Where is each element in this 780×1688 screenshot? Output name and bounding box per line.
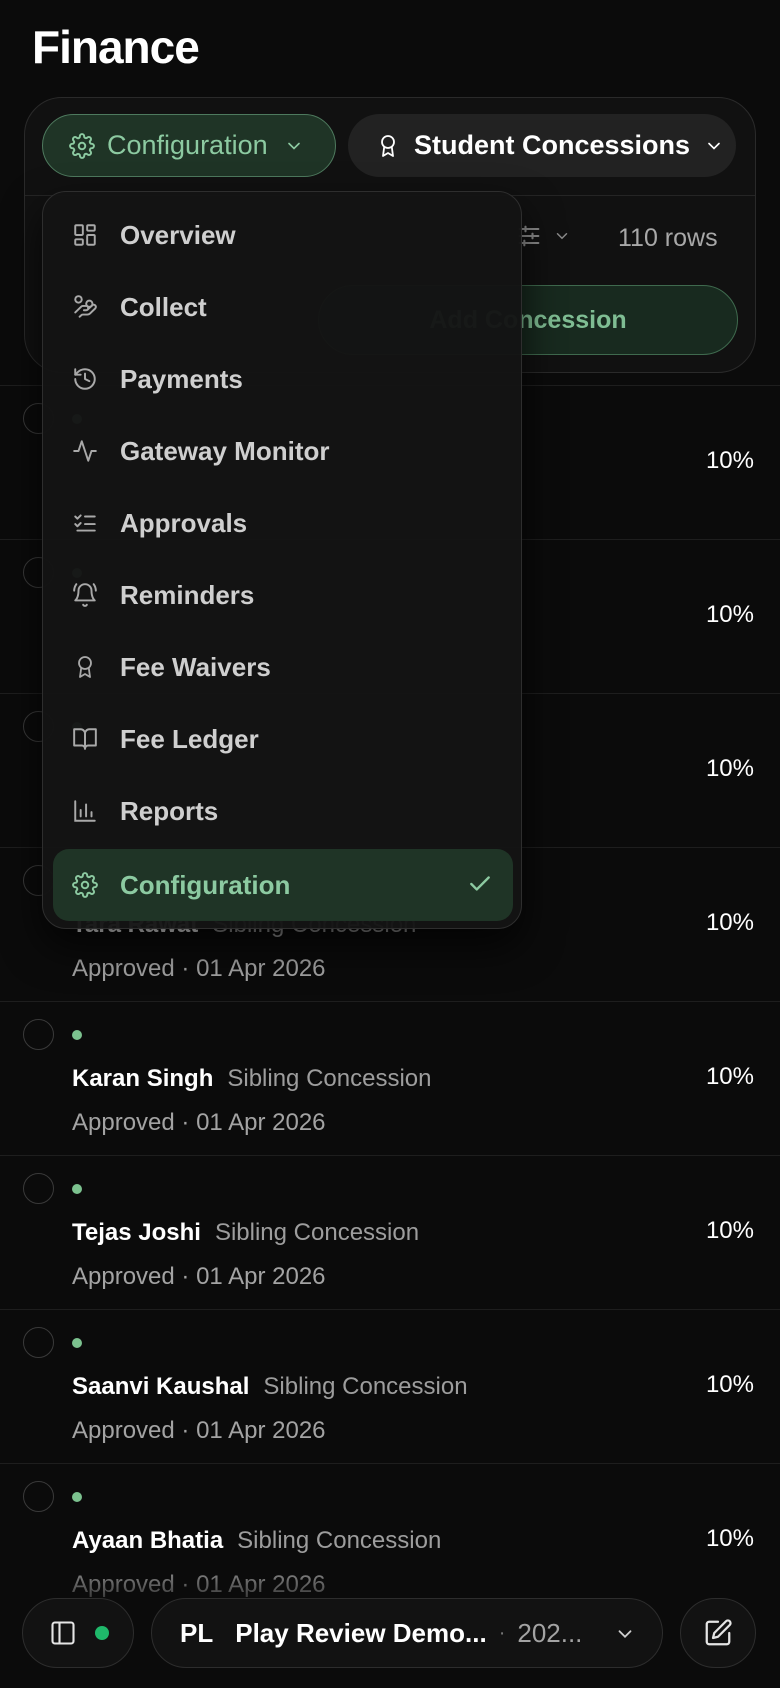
- award-icon: [376, 133, 400, 159]
- row-checkbox[interactable]: [23, 1173, 54, 1204]
- menu-item-label: Fee Waivers: [120, 651, 271, 682]
- list-checks-icon: [71, 509, 99, 537]
- page-select-label: Student Concessions: [414, 130, 691, 160]
- menu-item-label: Approvals: [120, 507, 248, 538]
- sidebar-icon: [49, 1619, 77, 1647]
- concession-percent: 10%: [705, 1525, 754, 1552]
- status-dot: [72, 1492, 82, 1502]
- page-select[interactable]: Student Concessions: [348, 114, 736, 177]
- gear-icon: [71, 871, 99, 899]
- student-name: Tejas Joshi: [72, 1219, 201, 1246]
- book-open-icon: [71, 725, 99, 753]
- org-initials: PL: [180, 1617, 214, 1648]
- menu-item-approvals[interactable]: Approvals: [43, 489, 521, 557]
- list-item[interactable]: Karan Singh Sibling Concession Approved · …: [0, 1001, 780, 1155]
- section-menu: Overview Collect Payments Gateway Monitor Ap…: [42, 191, 522, 929]
- approval-status: Approved · 01 Apr 2026: [72, 1417, 326, 1444]
- edit-icon: [703, 1618, 733, 1648]
- status-dot: [95, 1626, 109, 1640]
- gear-icon: [69, 132, 95, 159]
- concession-percent: 10%: [705, 1063, 754, 1090]
- hand-coins-icon: [71, 293, 99, 321]
- concession-percent: 10%: [705, 447, 754, 474]
- menu-item-label: Reminders: [120, 579, 255, 610]
- sidebar-toggle-button[interactable]: [22, 1598, 134, 1668]
- bar-chart-icon: [71, 797, 99, 825]
- filter-button[interactable]: [515, 222, 571, 250]
- row-checkbox[interactable]: [23, 1019, 54, 1050]
- menu-item-label: Reports: [120, 795, 219, 826]
- menu-item-reports[interactable]: Reports: [43, 777, 521, 845]
- row-checkbox[interactable]: [23, 1327, 54, 1358]
- org-name: Play Review Demo...: [235, 1617, 487, 1648]
- grid-icon: [71, 221, 99, 249]
- menu-item-configuration[interactable]: Configuration: [53, 849, 513, 921]
- section-select-label: Configuration: [107, 130, 268, 160]
- approval-status: Approved · 01 Apr 2026: [72, 955, 326, 982]
- menu-item-gateway-monitor[interactable]: Gateway Monitor: [43, 417, 521, 485]
- row-checkbox[interactable]: [23, 1481, 54, 1512]
- check-icon: [467, 871, 493, 897]
- history-icon: [71, 365, 99, 393]
- student-name: Saanvi Kaushal: [72, 1373, 250, 1400]
- menu-item-label: Gateway Monitor: [120, 435, 330, 466]
- list-item[interactable]: Saanvi Kaushal Sibling Concession Approved…: [0, 1309, 780, 1463]
- activity-icon: [71, 437, 99, 465]
- menu-item-collect[interactable]: Collect: [43, 273, 521, 341]
- concession-percent: 10%: [705, 601, 754, 628]
- chevron-down-icon: [284, 136, 304, 156]
- concession-percent: 10%: [705, 1371, 754, 1398]
- concession-type: Sibling Concession: [263, 1373, 468, 1400]
- menu-item-label: Configuration: [120, 869, 291, 900]
- chevron-down-icon: [553, 227, 571, 245]
- award-icon: [71, 653, 99, 681]
- menu-item-reminders[interactable]: Reminders: [43, 561, 521, 629]
- rows-count: 110 rows: [618, 224, 718, 252]
- menu-item-label: Collect: [120, 291, 207, 322]
- status-dot: [72, 1338, 82, 1348]
- bell-icon: [71, 581, 99, 609]
- chevron-down-icon: [614, 1623, 636, 1645]
- page-title: Finance: [32, 21, 200, 73]
- concession-type: Sibling Concession: [214, 1219, 420, 1246]
- approval-status: Approved · 01 Apr 2026: [72, 1263, 326, 1290]
- menu-item-label: Fee Ledger: [120, 723, 259, 754]
- org-switcher[interactable]: PL Play Review Demo... · 202...: [151, 1598, 663, 1668]
- menu-item-fee-waivers[interactable]: Fee Waivers: [43, 633, 521, 701]
- menu-item-fee-ledger[interactable]: Fee Ledger: [43, 705, 521, 773]
- org-year: 202...: [517, 1617, 583, 1648]
- compose-button[interactable]: [680, 1598, 756, 1668]
- concession-percent: 10%: [705, 909, 754, 936]
- status-dot: [72, 1184, 82, 1194]
- menu-item-overview[interactable]: Overview: [43, 201, 521, 269]
- status-dot: [72, 1030, 82, 1040]
- menu-item-label: Payments: [120, 363, 243, 394]
- concession-percent: 10%: [705, 1217, 754, 1244]
- concession-type: Sibling Concession: [227, 1065, 432, 1092]
- student-name: Karan Singh: [72, 1065, 214, 1092]
- concession-type: Sibling Concession: [237, 1527, 442, 1554]
- approval-status: Approved · 01 Apr 2026: [72, 1109, 326, 1136]
- chevron-down-icon: [704, 136, 724, 156]
- menu-item-payments[interactable]: Payments: [43, 345, 521, 413]
- student-name: Ayaan Bhatia: [72, 1527, 224, 1554]
- section-select[interactable]: Configuration: [42, 114, 336, 177]
- concession-percent: 10%: [705, 755, 754, 782]
- org-separator: ·: [498, 1621, 506, 1644]
- list-item[interactable]: Tejas Joshi Sibling Concession Approved · …: [0, 1155, 780, 1309]
- menu-item-label: Overview: [120, 219, 236, 250]
